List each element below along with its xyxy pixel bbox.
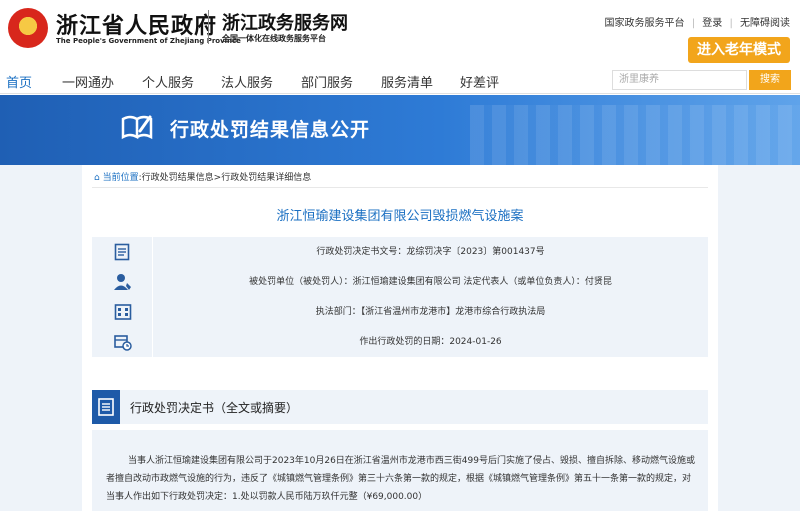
search-button[interactable]: 搜索 [749,70,791,90]
site-header: 浙江省人民政府 The People's Government of Zheji… [0,0,800,66]
nav-item-home[interactable]: 首页 [6,72,33,97]
user-icon [114,274,131,290]
page-banner: 行政处罚结果信息公开 [0,95,800,165]
link-separator: | [691,18,696,29]
breadcrumb-divider [92,187,708,188]
national-emblem-icon [8,8,48,48]
date-text: 作出行政处罚的日期：2024-01-26 [153,327,708,357]
breadcrumb-current-label: 当前位置 [102,173,139,183]
nav-item-legal-person[interactable]: 法人服务 [221,72,273,91]
document-icon [114,243,130,261]
list-icon [98,398,114,416]
banner-title: 行政处罚结果信息公开 [170,119,371,141]
nav-item-one-stop[interactable]: 一网通办 [62,72,114,91]
main-nav: 首页 一网通办 个人服务 法人服务 部门服务 服务清单 好差评 浙里康养 搜索 [0,66,800,97]
book-pen-icon [121,115,153,140]
gov-subtitle: The People's Government of Zhejiang Prov… [56,37,241,45]
decision-body: 当事人浙江恒瑜建设集团有限公司于2023年10月26日在浙江省温州市龙港市西三街… [92,430,708,511]
info-row-date: 作出行政处罚的日期：2024-01-26 [92,327,708,357]
info-icon-cell [92,237,152,267]
link-separator: | [729,18,733,29]
service-subtitle: 全国一体化在线政务服务平台 [222,34,326,43]
info-row-doc-number: 行政处罚决定书文号：龙综罚决字〔2023〕第001437号 [92,237,708,267]
party-text: 被处罚单位（被处罚人）：浙江恒瑜建设集团有限公司 法定代表人（或单位负责人）：付… [153,267,708,297]
detail-panel: ⌂ 当前位置:行政处罚结果信息>行政处罚结果详细信息 浙江恒瑜建设集团有限公司毁… [82,165,718,511]
national-platform-link[interactable]: 国家政务服务平台 [605,18,685,29]
info-icon-cell [92,267,152,297]
nav-item-evaluation[interactable]: 好差评 [460,72,499,91]
accessibility-link[interactable]: 无障碍阅读 [740,18,790,29]
elder-mode-button[interactable]: 进入老年模式 [688,37,790,63]
decision-label: 行政处罚决定书（全文或摘要） [130,401,299,415]
info-icon-cell [92,327,152,357]
nav-item-service-list[interactable]: 服务清单 [381,72,433,91]
case-title: 浙江恒瑜建设集团有限公司毁损燃气设施案 [276,209,524,224]
building-icon [114,304,132,320]
info-row-party: 被处罚单位（被处罚人）：浙江恒瑜建设集团有限公司 法定代表人（或单位负责人）：付… [92,267,708,297]
top-links: 国家政务服务平台 | 登录 | 无障碍阅读 [601,14,791,29]
breadcrumb-item-results[interactable]: 行政处罚结果信息 [142,173,214,183]
header-divider [208,10,209,44]
login-link[interactable]: 登录 [702,18,722,29]
decision-text: 当事人浙江恒瑜建设集团有限公司于2023年10月26日在浙江省温州市龙港市西三街… [106,456,695,502]
nav-item-department[interactable]: 部门服务 [301,72,353,91]
nav-item-personal[interactable]: 个人服务 [142,72,194,91]
department-text: 执法部门：【浙江省温州市龙港市】龙港市综合行政执法局 [153,297,708,327]
info-row-department: 执法部门：【浙江省温州市龙港市】龙港市综合行政执法局 [92,297,708,327]
gov-title[interactable]: 浙江省人民政府 [56,8,217,40]
decision-header: 行政处罚决定书（全文或摘要） [92,390,708,424]
decision-icon-block [92,390,120,424]
breadcrumb-item-detail: 行政处罚结果详细信息 [221,173,312,183]
info-icon-cell [92,297,152,327]
search-input[interactable]: 浙里康养 [612,70,747,90]
service-title[interactable]: 浙江政务服务网 [222,9,348,35]
doc-number-text: 行政处罚决定书文号：龙综罚决字〔2023〕第001437号 [153,237,708,267]
home-icon: ⌂ [94,173,100,183]
breadcrumb: ⌂ 当前位置:行政处罚结果信息>行政处罚结果详细信息 [94,170,311,183]
calendar-clock-icon [114,335,132,351]
info-table: 行政处罚决定书文号：龙综罚决字〔2023〕第001437号 被处罚单位（被处罚人… [92,237,708,357]
